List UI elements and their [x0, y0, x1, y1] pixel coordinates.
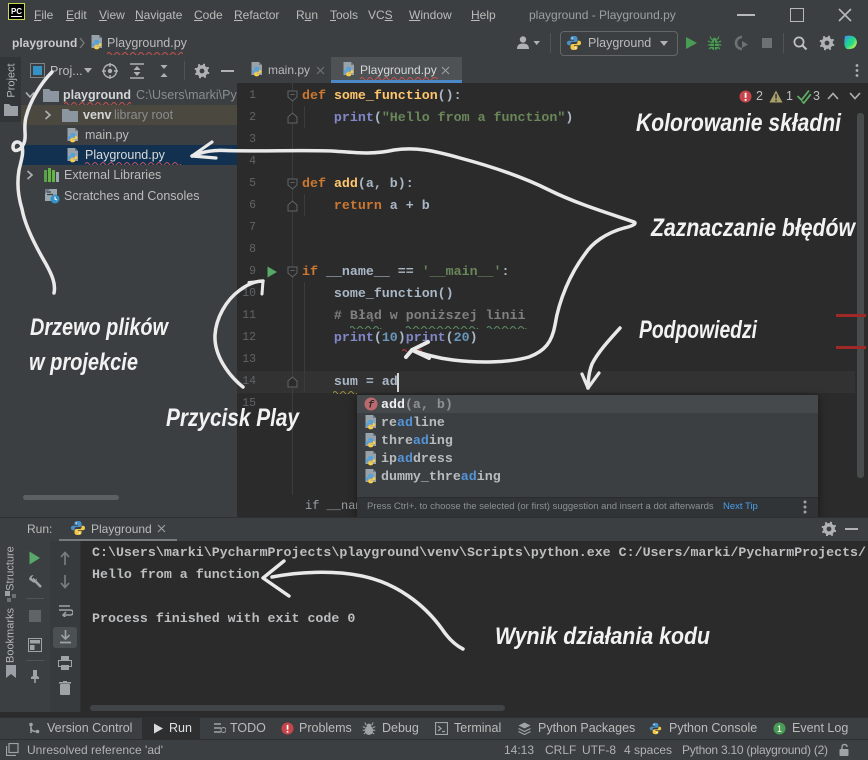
svg-text:1: 1 [777, 724, 782, 734]
svg-text:f: f [368, 400, 375, 412]
